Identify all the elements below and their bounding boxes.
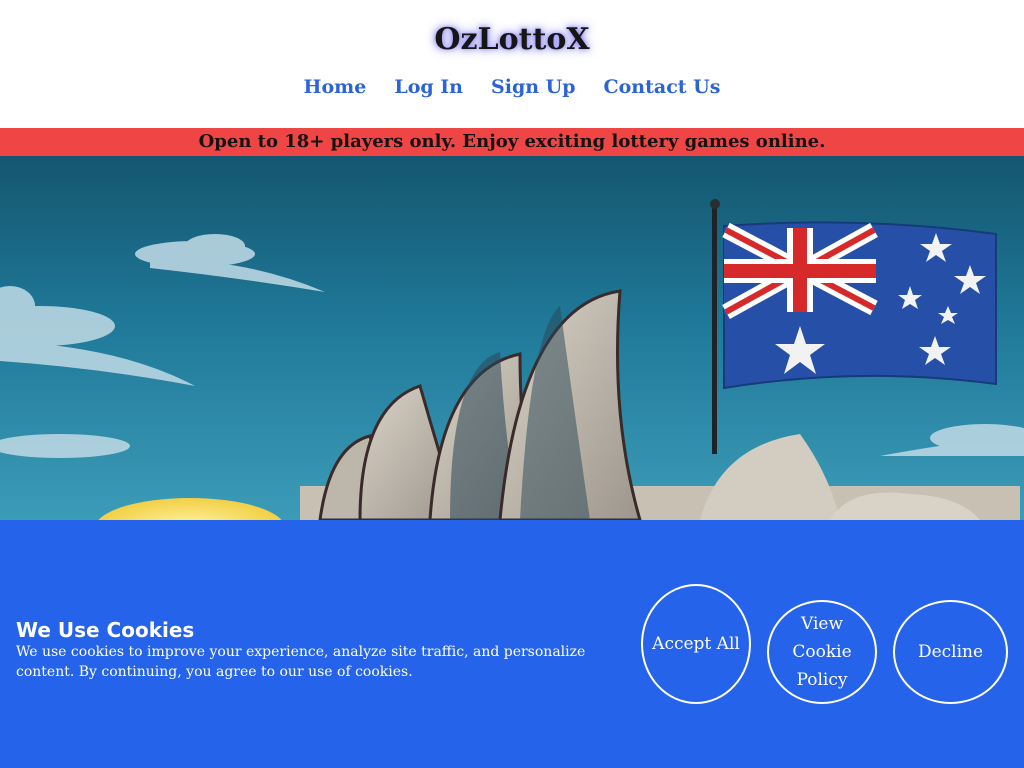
nav-home-link[interactable]: Home [304, 76, 367, 98]
site-header: OzLottoX Home Log In Sign Up Contact Us [0, 0, 1024, 128]
nav-contact-link[interactable]: Contact Us [604, 76, 721, 98]
cookie-consent-panel: We Use Cookies We use cookies to improve… [0, 520, 1024, 768]
accept-all-button[interactable]: Accept All [641, 584, 751, 704]
australian-flag-icon [722, 221, 997, 390]
age-notice-banner: Open to 18+ players only. Enjoy exciting… [0, 128, 1024, 156]
opera-house-flag-illustration [0, 156, 1024, 520]
hero-image [0, 156, 1024, 520]
decline-button[interactable]: Decline [893, 600, 1008, 704]
view-cookie-policy-button[interactable]: View Cookie Policy [767, 600, 877, 704]
flag-pole [712, 204, 717, 454]
cookie-description: We use cookies to improve your experienc… [16, 644, 586, 680]
nav-signup-link[interactable]: Sign Up [491, 76, 576, 98]
site-logo[interactable]: OzLottoX [0, 22, 1024, 57]
nav-login-link[interactable]: Log In [394, 76, 463, 98]
main-nav: Home Log In Sign Up Contact Us [0, 76, 1024, 98]
cookie-title: We Use Cookies [16, 618, 195, 642]
